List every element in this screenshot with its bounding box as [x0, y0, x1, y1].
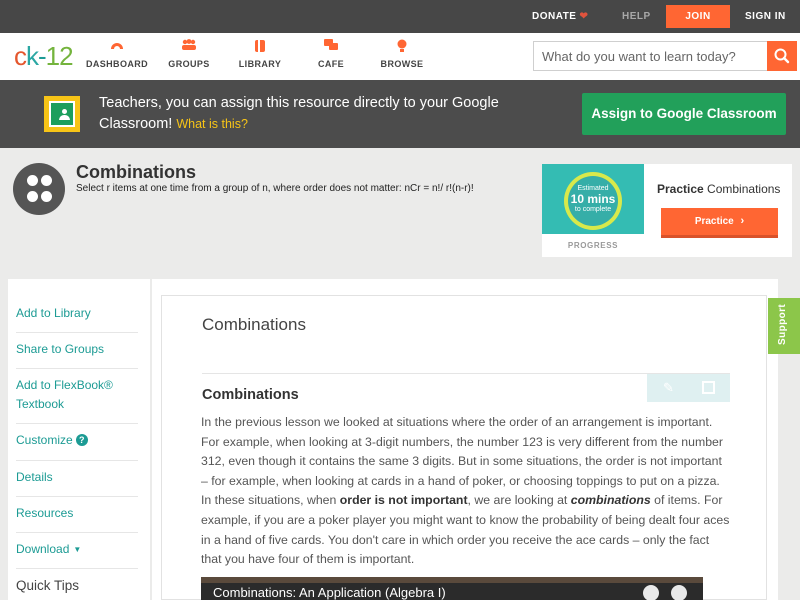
lesson-tools: ✎: [647, 374, 730, 402]
page-title: Combinations: [202, 315, 306, 334]
concept-description: Select r items at one time from a group …: [76, 183, 474, 194]
search-button[interactable]: [767, 41, 797, 71]
library-icon: [225, 39, 295, 55]
practice-estimate-badge: Estimated 10 mins to complete: [542, 164, 644, 234]
donate-link[interactable]: DONATE ❤: [532, 0, 588, 33]
heart-icon: ❤: [579, 11, 589, 22]
estimate-suffix: to complete: [574, 206, 612, 213]
main-nav: ck-12 DASHBOARD GROUPS LIBRARY CAFE BROW…: [0, 33, 800, 80]
practice-title-rest: Combinations: [707, 182, 781, 196]
nav-groups[interactable]: GROUPS: [154, 39, 224, 69]
dashboard-icon: [82, 39, 152, 55]
sidebar-item-add-to-flexbook[interactable]: Add to FlexBook® Textbook: [16, 368, 138, 424]
estimate-time: 10 mins: [570, 192, 616, 206]
assign-google-classroom-button[interactable]: Assign to Google Classroom: [582, 93, 786, 135]
nav-dashboard-label: DASHBOARD: [85, 59, 149, 69]
section-title: Combinations: [202, 387, 299, 403]
lesson-paragraph: In the previous lesson we looked at situ…: [201, 413, 731, 570]
para-italic: combinations: [570, 493, 651, 508]
clock-icon[interactable]: [643, 585, 659, 600]
sidebar-item-resources[interactable]: Resources: [16, 496, 138, 533]
notes-icon[interactable]: [702, 381, 715, 394]
practice-button[interactable]: Practice ›: [661, 208, 778, 238]
nav-cafe-label: CAFE: [317, 59, 345, 69]
share-icon[interactable]: [671, 585, 687, 600]
donate-label: DONATE: [532, 11, 577, 22]
join-button[interactable]: JOIN: [666, 5, 730, 28]
practice-button-label: Practice: [694, 216, 734, 227]
google-classroom-icon: [44, 96, 80, 132]
para-bold: order is not important: [339, 493, 468, 508]
video-player[interactable]: Combinations: An Application (Algebra I): [201, 577, 703, 600]
nav-library-label: LIBRARY: [238, 59, 282, 69]
practice-title: Practice Combinations: [657, 182, 780, 196]
customize-label: Customize: [16, 433, 73, 447]
logo-k: k: [26, 41, 39, 71]
browse-icon: [367, 39, 437, 55]
video-title: Combinations: An Application (Algebra I): [213, 585, 446, 600]
para-part-2: , we are looking at: [467, 493, 571, 508]
logo-dash: -: [38, 41, 47, 71]
search-bar: [533, 41, 797, 71]
help-icon[interactable]: ?: [75, 434, 88, 446]
pencil-icon[interactable]: ✎: [663, 380, 674, 396]
google-banner-message: Teachers, you can assign this resource d…: [99, 95, 499, 132]
search-input[interactable]: [534, 42, 770, 70]
cafe-icon: [296, 39, 366, 55]
search-icon: [774, 48, 790, 64]
support-tab[interactable]: Support: [768, 298, 800, 354]
sidebar-item-details[interactable]: Details: [16, 460, 138, 497]
logo-c: c: [14, 41, 27, 71]
nav-library[interactable]: LIBRARY: [225, 39, 295, 69]
chevron-right-icon: ›: [740, 215, 745, 227]
nav-cafe[interactable]: CAFE: [296, 39, 366, 69]
nav-browse-label: BROWSE: [380, 59, 424, 69]
logo-12: 12: [45, 41, 74, 71]
google-banner-text: Teachers, you can assign this resource d…: [99, 93, 519, 135]
google-classroom-banner: Teachers, you can assign this resource d…: [0, 80, 800, 148]
nav-dashboard[interactable]: DASHBOARD: [82, 39, 152, 69]
practice-card: Estimated 10 mins to complete PROGRESS P…: [542, 164, 792, 257]
sidebar-item-customize[interactable]: Customize?: [16, 424, 138, 461]
concept-title: Combinations: [76, 162, 196, 182]
what-is-this-link[interactable]: What is this?: [176, 117, 248, 131]
help-link[interactable]: HELP: [622, 0, 651, 33]
ck12-logo[interactable]: ck-12: [14, 41, 74, 71]
concept-icon: [13, 163, 65, 215]
support-label: Support: [777, 303, 788, 345]
sidebar-item-share-to-groups[interactable]: Share to Groups: [16, 332, 138, 369]
progress-label: PROGRESS: [567, 241, 619, 250]
download-label: Download: [16, 542, 70, 556]
sign-in-link[interactable]: SIGN IN: [745, 0, 786, 33]
top-bar: DONATE ❤ HELP JOIN SIGN IN: [0, 0, 800, 33]
sidebar-item-download[interactable]: Download ▼: [16, 532, 138, 569]
groups-icon: [154, 39, 224, 55]
nav-browse[interactable]: BROWSE: [367, 39, 437, 69]
practice-title-bold: Practice: [657, 182, 704, 196]
quick-tips-heading: Quick Tips: [16, 578, 80, 593]
nav-groups-label: GROUPS: [168, 59, 210, 69]
sidebar-item-add-to-library[interactable]: Add to Library: [16, 296, 138, 333]
caret-down-icon: ▼: [73, 545, 82, 554]
